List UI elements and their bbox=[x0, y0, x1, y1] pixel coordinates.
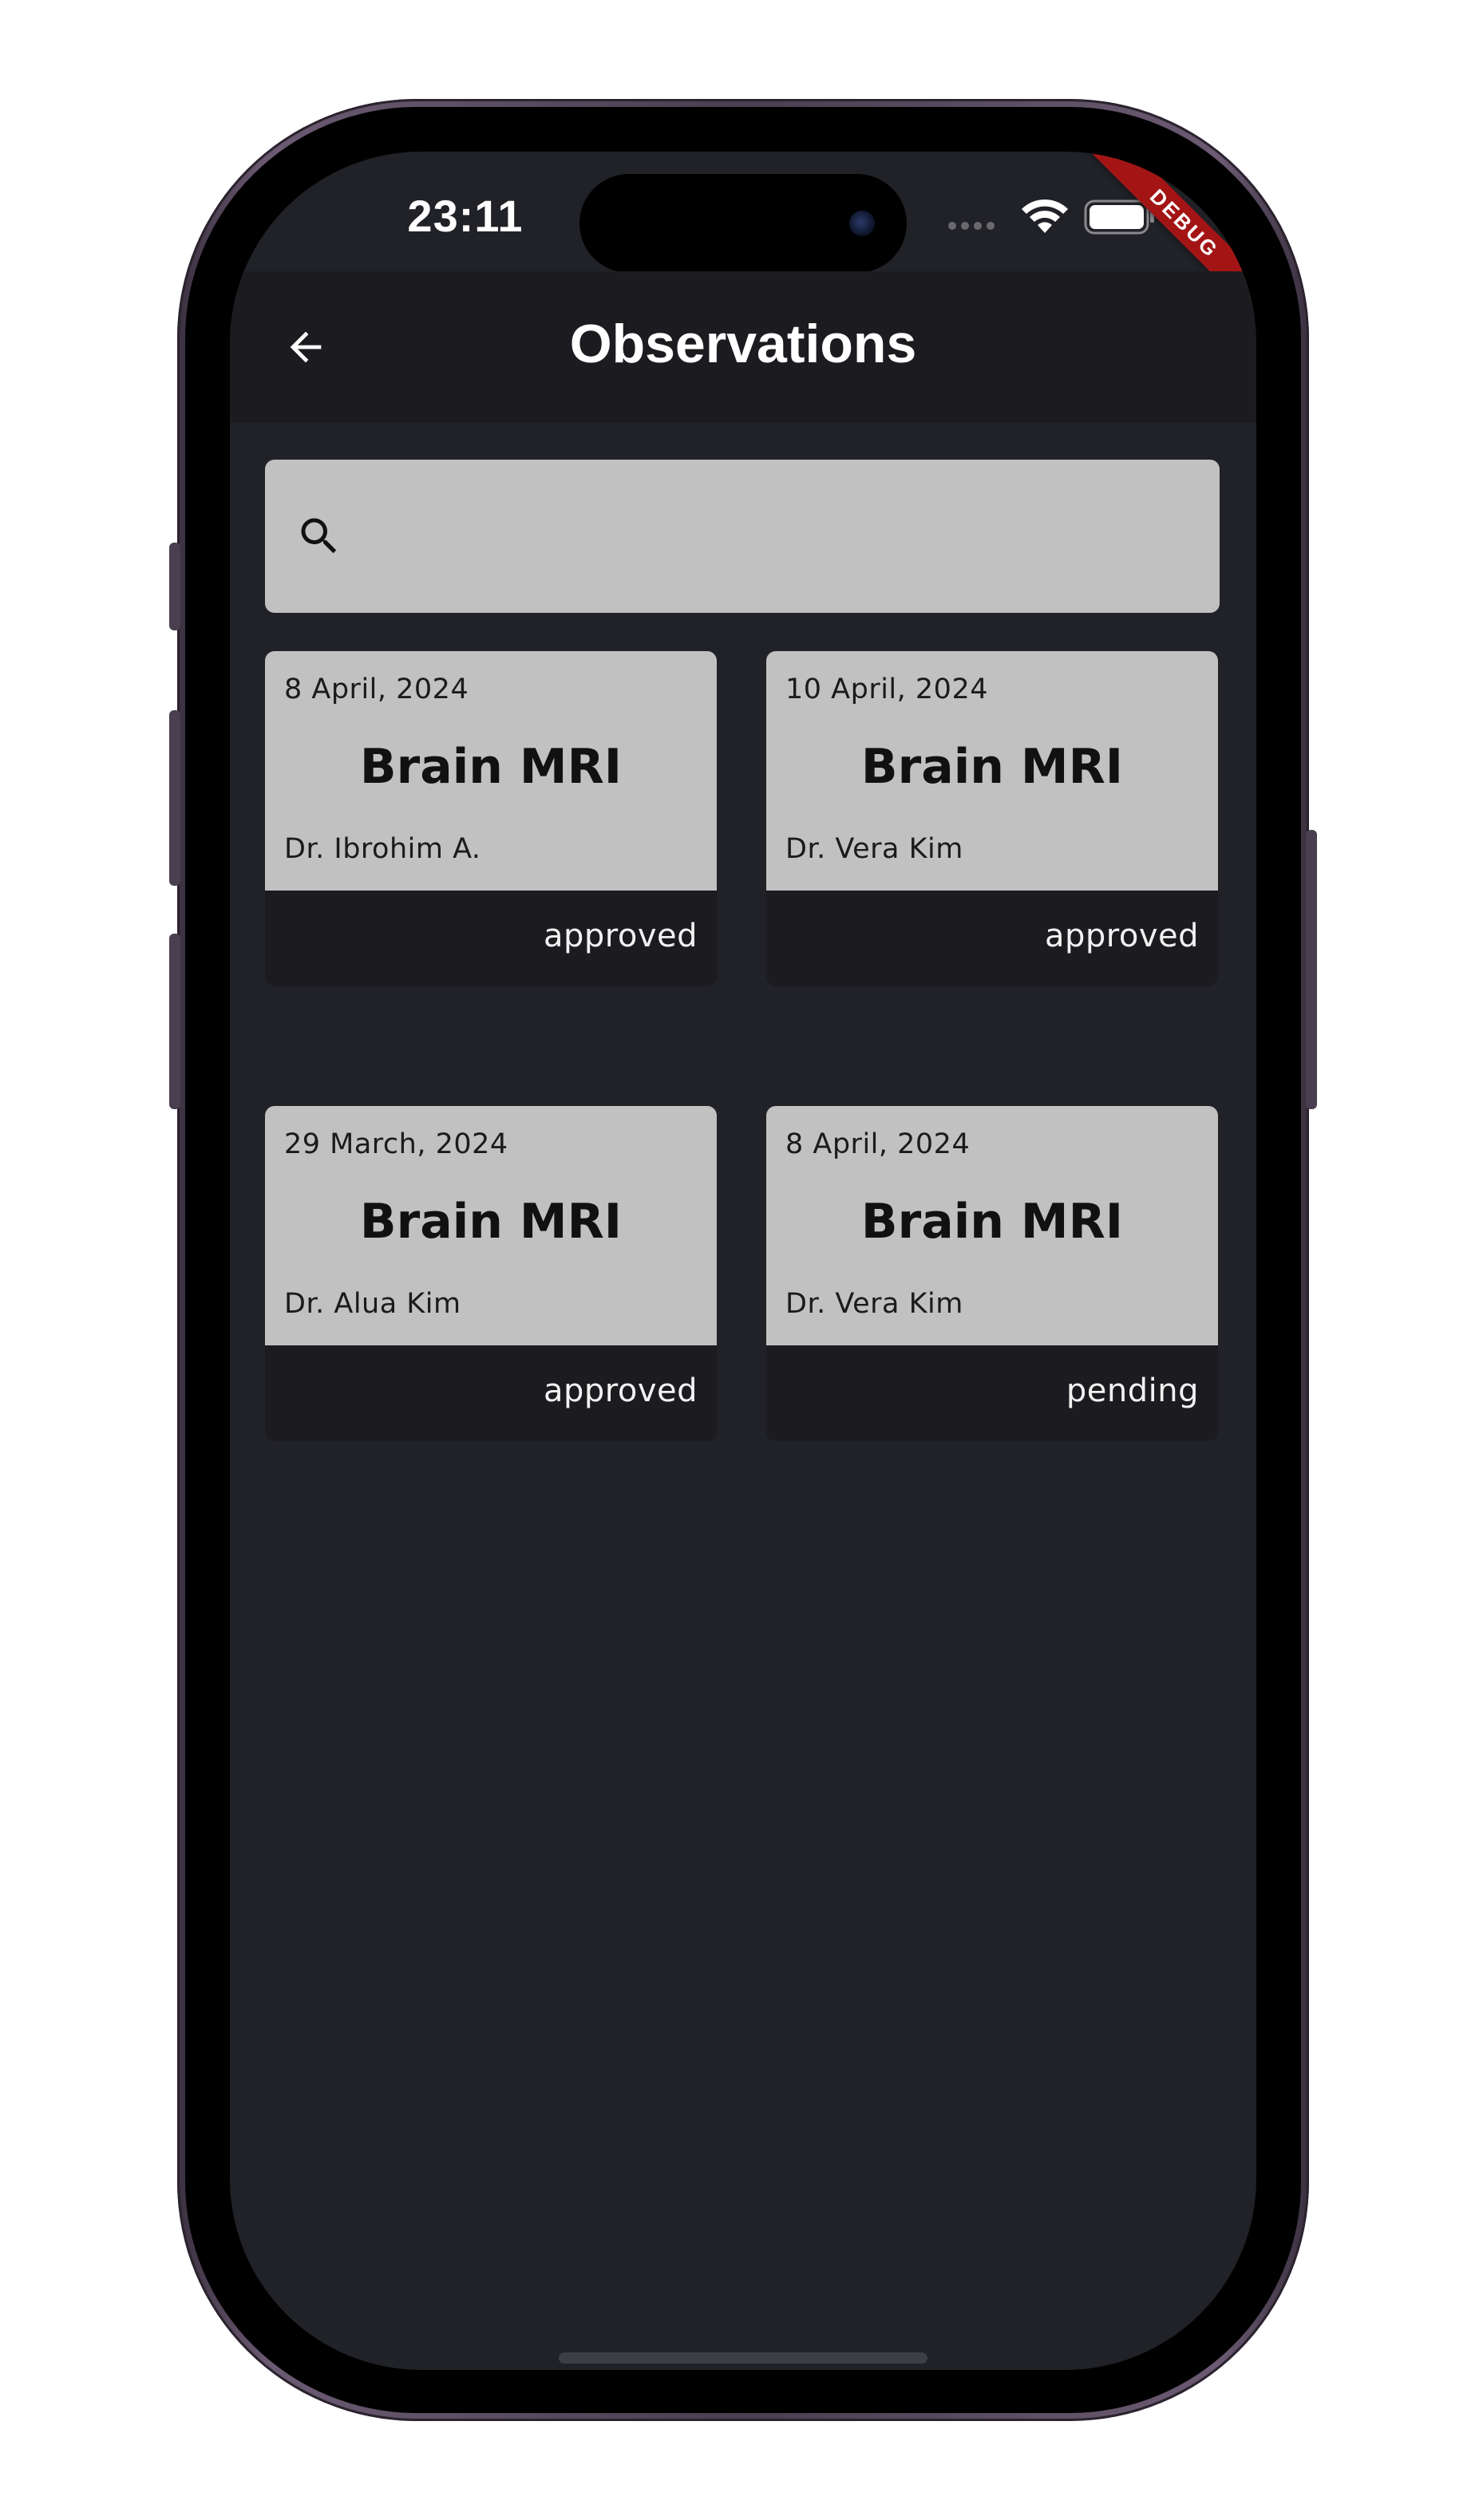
home-indicator[interactable] bbox=[559, 2352, 927, 2364]
phone-power-button bbox=[1306, 830, 1317, 1109]
phone-volume-down-button bbox=[169, 934, 180, 1109]
card-content: 29 March, 2024 Brain MRI Dr. Alua Kim bbox=[265, 1106, 717, 1345]
app-bar: Observations bbox=[230, 271, 1256, 423]
dynamic-island bbox=[579, 174, 907, 273]
card-status: approved bbox=[543, 1373, 698, 1409]
card-title: Brain MRI bbox=[860, 1194, 1124, 1250]
card-status: approved bbox=[1044, 918, 1199, 954]
cellular-signal-icon bbox=[948, 222, 995, 230]
card-status: approved bbox=[543, 918, 698, 954]
observation-card[interactable]: 8 April, 2024 Brain MRI Dr. Ibrohim A. a… bbox=[265, 651, 717, 986]
front-camera-icon bbox=[849, 211, 875, 236]
card-title: Brain MRI bbox=[860, 739, 1124, 795]
observation-card[interactable]: 8 April, 2024 Brain MRI Dr. Vera Kim pen… bbox=[766, 1106, 1218, 1441]
card-doctor: Dr. Vera Kim bbox=[785, 1288, 963, 1320]
card-date: 29 March, 2024 bbox=[284, 1128, 508, 1160]
search-icon bbox=[301, 518, 337, 554]
wifi-icon bbox=[1022, 199, 1068, 233]
card-date: 8 April, 2024 bbox=[785, 1128, 971, 1160]
card-doctor: Dr. Ibrohim A. bbox=[284, 833, 481, 865]
card-doctor: Dr. Vera Kim bbox=[785, 833, 963, 865]
app-screen: 23:11 DEBUG Observations 8 April, 2024 B… bbox=[230, 152, 1256, 2370]
card-content: 8 April, 2024 Brain MRI Dr. Vera Kim bbox=[766, 1106, 1218, 1345]
search-input[interactable] bbox=[362, 460, 1220, 613]
page-title: Observations bbox=[569, 314, 917, 374]
card-content: 10 April, 2024 Brain MRI Dr. Vera Kim bbox=[766, 651, 1218, 891]
card-title: Brain MRI bbox=[359, 739, 623, 795]
card-title: Brain MRI bbox=[359, 1194, 623, 1250]
observation-card[interactable]: 29 March, 2024 Brain MRI Dr. Alua Kim ap… bbox=[265, 1106, 717, 1441]
status-time: 23:11 bbox=[407, 191, 524, 241]
observation-card[interactable]: 10 April, 2024 Brain MRI Dr. Vera Kim ap… bbox=[766, 651, 1218, 986]
phone-action-button bbox=[169, 543, 180, 630]
card-status: pending bbox=[1066, 1373, 1199, 1409]
card-content: 8 April, 2024 Brain MRI Dr. Ibrohim A. bbox=[265, 651, 717, 891]
card-date: 8 April, 2024 bbox=[284, 673, 469, 705]
card-doctor: Dr. Alua Kim bbox=[284, 1288, 461, 1320]
card-date: 10 April, 2024 bbox=[785, 673, 988, 705]
phone-volume-up-button bbox=[169, 710, 180, 886]
search-bar[interactable] bbox=[265, 460, 1220, 613]
